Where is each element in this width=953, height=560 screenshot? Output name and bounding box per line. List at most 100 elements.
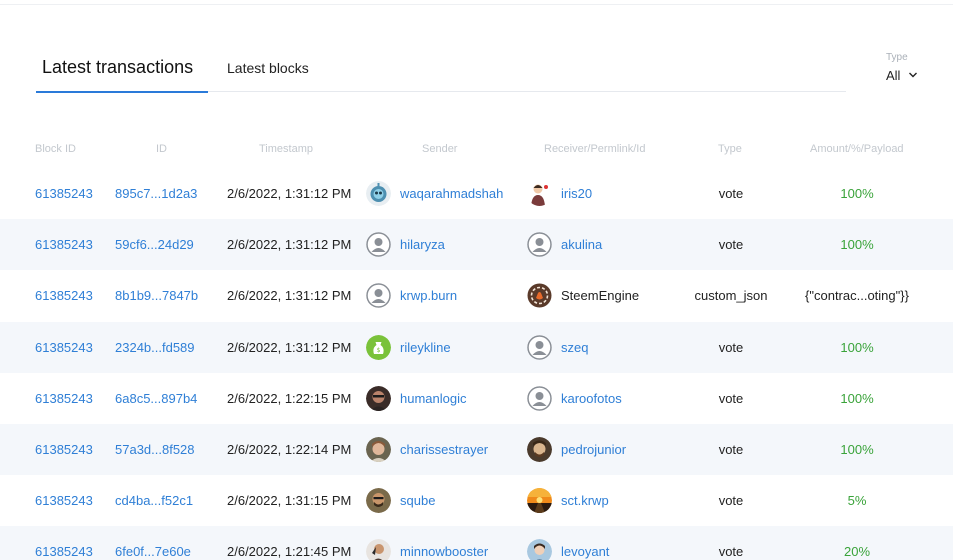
column-header-timestamp: Timestamp: [259, 143, 313, 155]
sender-link[interactable]: charissestrayer: [400, 424, 488, 475]
timestamp: 2/6/2022, 1:22:14 PM: [227, 441, 352, 457]
table-row: 61385243 2324b...fd589 2/6/2022, 1:31:12…: [0, 321, 953, 373]
transaction-type: vote: [718, 186, 744, 201]
top-divider: [0, 4, 953, 5]
transaction-type: vote: [718, 544, 744, 560]
block-id-link[interactable]: 61385243: [35, 219, 93, 270]
active-tab-indicator: [36, 91, 208, 93]
robot-avatar-icon[interactable]: [366, 181, 391, 206]
tab-latest-blocks-label: Latest blocks: [227, 60, 309, 76]
column-header-block-id: Block ID: [35, 143, 76, 155]
photo-avatar-icon[interactable]: [527, 539, 552, 560]
column-header-receiver: Receiver/Permlink/Id: [544, 143, 646, 155]
table-row: 61385243 8b1b9...7847b 2/6/2022, 1:31:12…: [0, 270, 953, 321]
tab-latest-transactions-label: Latest transactions: [42, 57, 194, 77]
transaction-id-link[interactable]: 6fe0f...7e60e: [115, 526, 191, 560]
default-avatar-icon[interactable]: [527, 334, 552, 360]
default-avatar-icon[interactable]: [527, 232, 552, 257]
default-avatar-icon[interactable]: [366, 283, 391, 309]
amount: 5%: [847, 493, 867, 509]
block-id-link[interactable]: 61385243: [35, 475, 93, 526]
transaction-type: vote: [718, 493, 744, 509]
column-header-amount: Amount/%/Payload: [810, 143, 904, 155]
amount: 100%: [840, 441, 874, 457]
tab-bar: Latest transactions Latest blocks: [36, 48, 846, 93]
receiver-link[interactable]: iris20: [561, 168, 592, 219]
receiver-link[interactable]: karoofotos: [561, 373, 622, 424]
receiver-link[interactable]: pedrojunior: [561, 424, 626, 475]
tab-latest-transactions[interactable]: Latest transactions: [36, 48, 208, 93]
default-avatar-icon[interactable]: [366, 232, 391, 257]
amount: 100%: [840, 390, 874, 406]
photo-avatar-icon[interactable]: [366, 488, 391, 514]
sunset-avatar-icon[interactable]: [527, 488, 552, 514]
timestamp: 2/6/2022, 1:31:12 PM: [227, 288, 352, 304]
block-id-link[interactable]: 61385243: [35, 270, 93, 321]
steemengine-avatar-icon[interactable]: [527, 283, 552, 308]
amount: 100%: [840, 237, 874, 253]
person-avatar-icon[interactable]: [527, 181, 552, 206]
receiver-link[interactable]: levoyant: [561, 526, 609, 560]
transaction-id-link[interactable]: 6a8c5...897b4: [115, 373, 197, 424]
transaction-type: vote: [718, 339, 744, 355]
amount: 20%: [843, 544, 871, 560]
amount: 100%: [840, 339, 874, 355]
transaction-type: vote: [718, 390, 744, 406]
transactions-table: 61385243 895c7...1d2a3 2/6/2022, 1:31:12…: [0, 168, 953, 560]
sender-link[interactable]: hilaryza: [400, 219, 445, 270]
photo-avatar-icon[interactable]: [527, 436, 552, 462]
payload: {"contrac...oting"}}: [805, 288, 909, 304]
transaction-id-link[interactable]: 895c7...1d2a3: [115, 168, 197, 219]
timestamp: 2/6/2022, 1:31:12 PM: [227, 237, 352, 253]
transaction-type: vote: [718, 441, 744, 457]
receiver-link[interactable]: sct.krwp: [561, 475, 609, 526]
block-id-link[interactable]: 61385243: [35, 322, 93, 373]
table-row: 61385243 6a8c5...897b4 2/6/2022, 1:22:15…: [0, 373, 953, 424]
sender-link[interactable]: rileykline: [400, 322, 451, 373]
receiver-link[interactable]: akulina: [561, 219, 602, 270]
default-avatar-icon[interactable]: [527, 386, 552, 411]
timestamp: 2/6/2022, 1:22:15 PM: [227, 390, 352, 406]
table-row: 61385243 895c7...1d2a3 2/6/2022, 1:31:12…: [0, 168, 953, 219]
money-bag-avatar-icon[interactable]: $: [366, 334, 391, 360]
block-id-link[interactable]: 61385243: [35, 424, 93, 475]
column-header-id: ID: [156, 143, 167, 155]
tab-latest-blocks[interactable]: Latest blocks: [227, 48, 317, 92]
table-row: 61385243 59cf6...24d29 2/6/2022, 1:31:12…: [0, 219, 953, 271]
block-id-link[interactable]: 61385243: [35, 168, 93, 219]
transaction-id-link[interactable]: 59cf6...24d29: [115, 219, 194, 270]
table-row: 61385243 6fe0f...7e60e 2/6/2022, 1:21:45…: [0, 526, 953, 560]
column-header-sender: Sender: [422, 143, 458, 155]
block-id-link[interactable]: 61385243: [35, 373, 93, 424]
sender-link[interactable]: waqarahmadshah: [400, 168, 503, 219]
transaction-id-link[interactable]: 57a3d...8f528: [115, 424, 195, 475]
sender-link[interactable]: krwp.burn: [400, 270, 457, 321]
transaction-id-link[interactable]: cd4ba...f52c1: [115, 475, 193, 526]
table-header: Block ID ID Timestamp Sender Receiver/Pe…: [0, 140, 953, 160]
type-filter-dropdown[interactable]: Type All: [886, 52, 936, 86]
timestamp: 2/6/2022, 1:31:15 PM: [227, 493, 352, 509]
transaction-type: vote: [718, 237, 744, 253]
svg-text:$: $: [377, 347, 381, 354]
timestamp: 2/6/2022, 1:21:45 PM: [227, 544, 352, 560]
transaction-id-link[interactable]: 8b1b9...7847b: [115, 270, 198, 321]
sender-link[interactable]: minnowbooster: [400, 526, 488, 560]
photo-avatar-icon[interactable]: [366, 436, 391, 462]
transaction-type: custom_json: [694, 288, 768, 304]
block-id-link[interactable]: 61385243: [35, 526, 93, 560]
timestamp: 2/6/2022, 1:31:12 PM: [227, 186, 352, 201]
column-header-type: Type: [718, 143, 742, 155]
receiver-name[interactable]: SteemEngine: [561, 270, 639, 321]
type-filter-value: All: [886, 68, 901, 83]
transaction-id-link[interactable]: 2324b...fd589: [115, 322, 195, 373]
sender-link[interactable]: sqube: [400, 475, 435, 526]
timestamp: 2/6/2022, 1:31:12 PM: [227, 339, 352, 355]
type-filter-label: Type: [886, 52, 908, 63]
receiver-link[interactable]: szeq: [561, 322, 588, 373]
table-row: 61385243 cd4ba...f52c1 2/6/2022, 1:31:15…: [0, 475, 953, 526]
photo-avatar-icon[interactable]: [366, 385, 391, 411]
photo-avatar-icon[interactable]: [366, 539, 391, 560]
table-row: 61385243 57a3d...8f528 2/6/2022, 1:22:14…: [0, 423, 953, 476]
amount: 100%: [840, 186, 874, 201]
sender-link[interactable]: humanlogic: [400, 373, 467, 424]
